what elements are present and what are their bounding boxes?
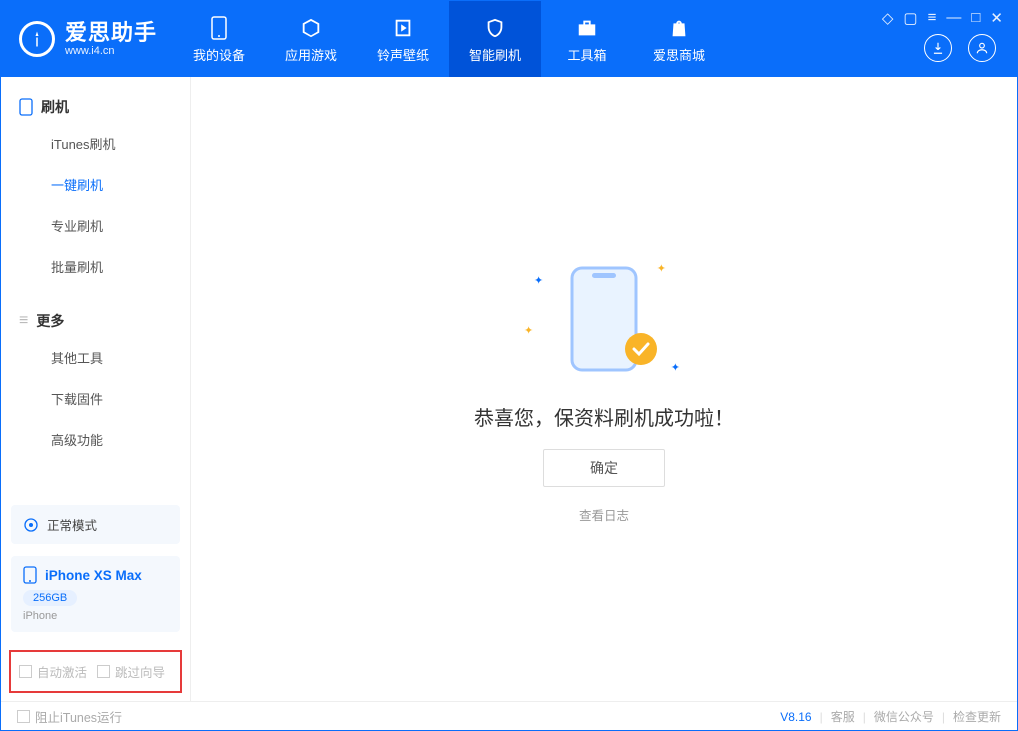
version-label: V8.16	[780, 710, 811, 724]
top-nav: 我的设备 应用游戏 铃声壁纸 智能刷机 工具箱 爱思商城	[173, 1, 725, 77]
download-button[interactable]	[924, 34, 952, 62]
sidebar-section-label: 更多	[36, 311, 64, 331]
nav-label: 应用游戏	[285, 45, 337, 64]
check-badge-icon	[624, 332, 658, 366]
device-icon	[206, 15, 232, 41]
device-name: iPhone XS Max	[45, 568, 142, 583]
statusbar: 阻止iTunes运行 V8.16 | 客服 | 微信公众号 | 检查更新	[1, 701, 1017, 731]
device-type: iPhone	[23, 610, 168, 622]
nav-flash[interactable]: 智能刷机	[449, 1, 541, 77]
sidebar-section-more[interactable]: ≡ 更多	[1, 305, 190, 337]
app-logo: 爱思助手 www.i4.cn	[1, 1, 173, 77]
nav-label: 我的设备	[193, 45, 245, 64]
music-icon	[390, 15, 416, 41]
checkbox-label: 跳过向导	[115, 662, 165, 681]
sidebar-item-pro-flash[interactable]: 专业刷机	[1, 205, 190, 246]
nav-label: 爱思商城	[653, 45, 705, 64]
header-actions	[924, 34, 1018, 72]
feedback-icon[interactable]: ▢	[903, 9, 917, 27]
support-link[interactable]: 客服	[831, 708, 855, 725]
body: 刷机 iTunes刷机 一键刷机 专业刷机 批量刷机 ≡ 更多 其他工具 下载固…	[1, 77, 1017, 701]
view-log-link[interactable]: 查看日志	[579, 505, 629, 524]
nav-store[interactable]: 爱思商城	[633, 1, 725, 77]
maximize-button[interactable]: □	[971, 9, 980, 26]
nav-label: 铃声壁纸	[377, 45, 429, 64]
sidebar-item-advanced[interactable]: 高级功能	[1, 419, 190, 460]
ok-button[interactable]: 确定	[543, 449, 665, 487]
nav-my-device[interactable]: 我的设备	[173, 1, 265, 77]
app-subtitle: www.i4.cn	[65, 46, 157, 57]
wechat-link[interactable]: 微信公众号	[874, 708, 934, 725]
checkbox-icon	[19, 665, 32, 678]
checkbox-auto-activate[interactable]: 自动激活	[19, 662, 87, 681]
options-highlight: 自动激活 跳过向导	[9, 650, 182, 693]
sidebar-section-label: 刷机	[41, 97, 69, 117]
device-card[interactable]: iPhone XS Max 256GB iPhone	[11, 556, 180, 632]
skin-icon[interactable]: ◇	[882, 9, 894, 27]
cube-icon	[298, 15, 324, 41]
bag-icon	[666, 15, 692, 41]
success-illustration: ✦ ✦ ✦ ✦	[524, 254, 684, 384]
checkbox-block-itunes[interactable]: 阻止iTunes运行	[17, 707, 122, 726]
nav-label: 工具箱	[568, 45, 607, 64]
checkbox-label: 阻止iTunes运行	[35, 707, 122, 726]
toolbox-icon	[574, 15, 600, 41]
titlebar: 爱思助手 www.i4.cn 我的设备 应用游戏 铃声壁纸 智能刷机 工具箱 爱…	[1, 1, 1017, 77]
checkbox-icon	[97, 665, 110, 678]
user-button[interactable]	[968, 34, 996, 62]
device-mode-box[interactable]: 正常模式	[11, 505, 180, 544]
menu-icon[interactable]: ≡	[928, 9, 937, 26]
app-title: 爱思助手	[65, 22, 157, 44]
nav-toolbox[interactable]: 工具箱	[541, 1, 633, 77]
sidebar-section-flash[interactable]: 刷机	[1, 91, 190, 123]
sidebar-item-download-firmware[interactable]: 下载固件	[1, 378, 190, 419]
success-message: 恭喜您，保资料刷机成功啦！	[474, 402, 734, 431]
sidebar-item-oneclick-flash[interactable]: 一键刷机	[1, 164, 190, 205]
nav-apps[interactable]: 应用游戏	[265, 1, 357, 77]
close-button[interactable]: ✕	[990, 9, 1003, 27]
shield-icon	[482, 15, 508, 41]
checkbox-icon	[17, 710, 30, 723]
checkbox-skip-guide[interactable]: 跳过向导	[97, 662, 165, 681]
minimize-button[interactable]: —	[946, 9, 961, 26]
sidebar-item-itunes-flash[interactable]: iTunes刷机	[1, 123, 190, 164]
nav-ringtones[interactable]: 铃声壁纸	[357, 1, 449, 77]
device-mode-label: 正常模式	[47, 515, 97, 534]
sidebar: 刷机 iTunes刷机 一键刷机 专业刷机 批量刷机 ≡ 更多 其他工具 下载固…	[1, 77, 191, 701]
device-icon	[23, 566, 37, 584]
sidebar-item-batch-flash[interactable]: 批量刷机	[1, 246, 190, 287]
list-icon: ≡	[19, 312, 28, 330]
check-update-link[interactable]: 检查更新	[953, 708, 1001, 725]
mode-icon	[23, 517, 39, 533]
device-capacity-badge: 256GB	[23, 590, 77, 606]
nav-label: 智能刷机	[469, 45, 521, 64]
phone-icon	[19, 98, 33, 116]
logo-icon	[19, 21, 55, 57]
checkbox-label: 自动激活	[37, 662, 87, 681]
sidebar-item-other-tools[interactable]: 其他工具	[1, 337, 190, 378]
main-content: ✦ ✦ ✦ ✦ 恭喜您，保资料刷机成功啦！ 确定 查看日志	[191, 77, 1017, 701]
